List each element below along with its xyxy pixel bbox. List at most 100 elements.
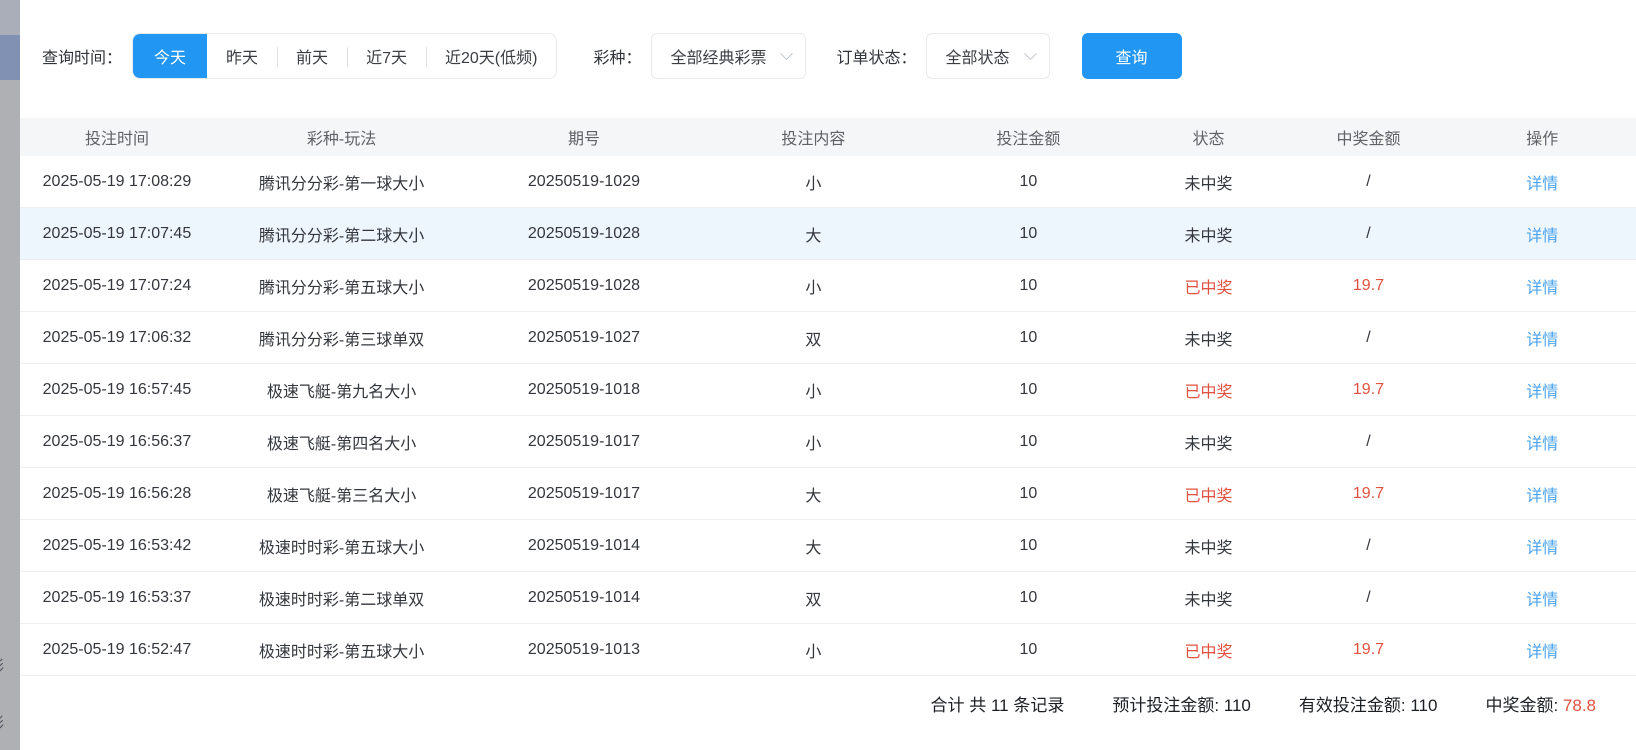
header-win-amount: 中奖金额 xyxy=(1289,125,1449,149)
cell-bet-time: 2025-05-19 16:53:37 xyxy=(20,589,214,607)
cell-bet-content: 小 xyxy=(699,430,928,454)
cell-win-amount: / xyxy=(1289,433,1449,451)
header-bet-amount: 投注金额 xyxy=(928,125,1128,149)
time-range-option[interactable]: 近20天(低频) xyxy=(426,34,556,78)
header-bet-content: 投注内容 xyxy=(699,125,928,149)
cell-win-amount: / xyxy=(1289,173,1449,191)
cell-lottery-play: 腾讯分分彩-第三球单双 xyxy=(214,326,469,350)
table-row: 2025-05-19 17:07:24 腾讯分分彩-第五球大小 20250519… xyxy=(20,260,1636,312)
cell-status: 已中奖 xyxy=(1129,638,1289,662)
detail-link[interactable]: 详情 xyxy=(1526,592,1558,609)
cell-bet-amount: 10 xyxy=(928,225,1128,243)
table-row: 2025-05-19 16:53:37 极速时时彩-第二球单双 20250519… xyxy=(20,572,1636,624)
detail-link[interactable]: 详情 xyxy=(1526,280,1558,297)
main-content: 查询时间： 今天昨天前天近7天近20天(低频) 彩种： 全部经典彩票 订单状态：… xyxy=(20,0,1636,750)
detail-link[interactable]: 详情 xyxy=(1526,228,1558,245)
cell-win-amount: / xyxy=(1289,329,1449,347)
chevron-down-icon xyxy=(781,47,794,60)
cell-win-amount: 19.7 xyxy=(1289,381,1449,399)
cell-bet-time: 2025-05-19 17:08:29 xyxy=(20,173,214,191)
valid-bet-amount-value: 110 xyxy=(1410,696,1437,715)
cell-bet-amount: 10 xyxy=(928,485,1128,503)
cell-bet-content: 小 xyxy=(699,638,928,662)
cell-status: 未中奖 xyxy=(1129,326,1289,350)
table-row: 2025-05-19 16:56:37 极速飞艇-第四名大小 20250519-… xyxy=(20,416,1636,468)
cell-bet-amount: 10 xyxy=(928,589,1128,607)
order-query-page: 彩 彩 彩 查询时间： 今天昨天前天近7天近20天(低频) 彩种： 全部经典彩票… xyxy=(0,0,1636,750)
cell-win-amount: / xyxy=(1289,225,1449,243)
sidebar-segment-active xyxy=(0,35,20,80)
order-status-value: 全部状态 xyxy=(945,44,1009,68)
time-range-group: 今天昨天前天近7天近20天(低频) xyxy=(132,33,557,79)
lottery-type-select[interactable]: 全部经典彩票 xyxy=(651,33,806,79)
time-range-option[interactable]: 今天 xyxy=(133,34,207,78)
cell-win-amount: / xyxy=(1289,589,1449,607)
cell-lottery-play: 极速飞艇-第三名大小 xyxy=(214,482,469,506)
cell-lottery-play: 极速时时彩-第五球大小 xyxy=(214,534,469,558)
sidebar-segment-top xyxy=(0,0,20,35)
cell-lottery-play: 极速飞艇-第九名大小 xyxy=(214,378,469,402)
cell-status: 已中奖 xyxy=(1129,482,1289,506)
chevron-down-icon xyxy=(1024,47,1037,60)
time-filter-label: 查询时间： xyxy=(42,44,122,68)
table-row: 2025-05-19 16:57:45 极速飞艇-第九名大小 20250519-… xyxy=(20,364,1636,416)
header-bet-time: 投注时间 xyxy=(20,125,214,149)
time-range-option[interactable]: 昨天 xyxy=(207,34,277,78)
time-range-option[interactable]: 近7天 xyxy=(347,34,426,78)
total-win-amount-value: 78.8 xyxy=(1563,696,1596,715)
table-row: 2025-05-19 16:52:47 极速时时彩-第五球大小 20250519… xyxy=(20,624,1636,676)
cell-issue: 20250519-1017 xyxy=(469,485,698,503)
detail-link[interactable]: 详情 xyxy=(1526,384,1558,401)
cell-lottery-play: 极速时时彩-第二球单双 xyxy=(214,586,469,610)
cell-issue: 20250519-1017 xyxy=(469,433,698,451)
cell-win-amount: 19.7 xyxy=(1289,277,1449,295)
sidebar-glyph-fragment: 彩 xyxy=(0,655,9,676)
cell-lottery-play: 极速时时彩-第五球大小 xyxy=(214,638,469,662)
cell-bet-content: 双 xyxy=(699,326,928,350)
table-body: 2025-05-19 17:08:29 腾讯分分彩-第一球大小 20250519… xyxy=(20,156,1636,676)
table-row: 2025-05-19 16:56:28 极速飞艇-第三名大小 20250519-… xyxy=(20,468,1636,520)
cell-status: 未中奖 xyxy=(1129,170,1289,194)
valid-bet-amount-label: 有效投注金额: xyxy=(1299,696,1410,715)
detail-link[interactable]: 详情 xyxy=(1526,644,1558,661)
cell-issue: 20250519-1027 xyxy=(469,329,698,347)
detail-link[interactable]: 详情 xyxy=(1526,540,1558,557)
cell-bet-content: 大 xyxy=(699,222,928,246)
total-win-amount-label: 中奖金额: xyxy=(1485,696,1562,715)
cell-issue: 20250519-1014 xyxy=(469,537,698,555)
cell-bet-amount: 10 xyxy=(928,329,1128,347)
cell-bet-time: 2025-05-19 16:57:45 xyxy=(20,381,214,399)
detail-link[interactable]: 详情 xyxy=(1526,488,1558,505)
expected-bet-amount-value: 110 xyxy=(1224,696,1251,715)
order-status-select[interactable]: 全部状态 xyxy=(926,33,1049,79)
query-button[interactable]: 查询 xyxy=(1082,33,1182,79)
table-row: 2025-05-19 17:08:29 腾讯分分彩-第一球大小 20250519… xyxy=(20,156,1636,208)
detail-link[interactable]: 详情 xyxy=(1526,176,1558,193)
cell-status: 未中奖 xyxy=(1129,586,1289,610)
header-status: 状态 xyxy=(1129,125,1289,149)
cell-bet-time: 2025-05-19 17:07:24 xyxy=(20,277,214,295)
cell-win-amount: 19.7 xyxy=(1289,485,1449,503)
table-row: 2025-05-19 17:06:32 腾讯分分彩-第三球单双 20250519… xyxy=(20,312,1636,364)
cell-bet-content: 双 xyxy=(699,586,928,610)
cell-win-amount: / xyxy=(1289,537,1449,555)
order-status-filter-label: 订单状态： xyxy=(836,44,916,68)
cell-bet-amount: 10 xyxy=(928,173,1128,191)
collapsed-sidebar-edge: 彩 彩 彩 xyxy=(0,0,20,750)
expected-bet-amount: 预计投注金额: 110 xyxy=(1112,691,1251,716)
header-lottery-play: 彩种-玩法 xyxy=(214,125,469,149)
cell-lottery-play: 腾讯分分彩-第五球大小 xyxy=(214,274,469,298)
cell-bet-amount: 10 xyxy=(928,433,1128,451)
cell-issue: 20250519-1028 xyxy=(469,277,698,295)
cell-bet-time: 2025-05-19 16:56:37 xyxy=(20,433,214,451)
cell-issue: 20250519-1018 xyxy=(469,381,698,399)
lottery-type-value: 全部经典彩票 xyxy=(670,44,766,68)
time-range-option[interactable]: 前天 xyxy=(277,34,347,78)
cell-issue: 20250519-1013 xyxy=(469,641,698,659)
cell-status: 未中奖 xyxy=(1129,534,1289,558)
detail-link[interactable]: 详情 xyxy=(1526,436,1558,453)
table-row: 2025-05-19 16:53:42 极速时时彩-第五球大小 20250519… xyxy=(20,520,1636,572)
cell-lottery-play: 腾讯分分彩-第二球大小 xyxy=(214,222,469,246)
cell-bet-amount: 10 xyxy=(928,277,1128,295)
detail-link[interactable]: 详情 xyxy=(1526,332,1558,349)
